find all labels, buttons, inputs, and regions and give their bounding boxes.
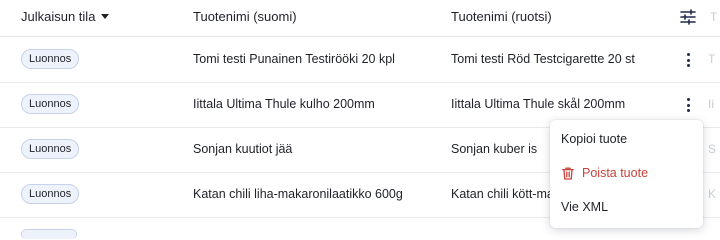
column-header-name-sv[interactable]: Tuotenimi (ruotsi)	[451, 0, 552, 36]
cell-name-fi: Tomi testi Punainen Testirööki 20 kpl	[193, 52, 395, 66]
column-header-name-fi[interactable]: Tuotenimi (suomi)	[193, 0, 297, 36]
sliders-icon[interactable]	[680, 9, 696, 25]
status-badge-partial	[21, 229, 77, 239]
table-row[interactable]: Luonnos Tomi testi Punainen Testirööki 2…	[0, 37, 720, 83]
status-badge: Luonnos	[21, 184, 80, 204]
more-vertical-icon[interactable]	[680, 50, 698, 70]
cell-name-fi: Sonjan kuutiot jää	[193, 142, 293, 156]
menu-item-copy[interactable]: Kopioi tuote	[550, 122, 703, 156]
cell-next: S	[708, 142, 717, 156]
cell-name-fi: Katan chili liha-makaronilaatikko 600g	[193, 187, 403, 201]
table-header: Julkaisun tila Tuotenimi (suomi) Tuoteni…	[0, 0, 720, 37]
cell-name-sv: Tomi testi Röd Testcigarette 20 st	[451, 52, 635, 66]
trash-icon	[562, 167, 574, 180]
column-header-status[interactable]: Julkaisun tila	[21, 0, 110, 36]
status-badge: Luonnos	[21, 139, 80, 159]
cell-name-fi: Iittala Ultima Thule kulho 200mm	[193, 97, 375, 111]
caret-down-icon	[101, 14, 110, 20]
column-header-status-label: Julkaisun tila	[21, 9, 96, 24]
row-action-menu: Kopioi tuote Poista tuote Vie XML	[550, 120, 703, 228]
more-vertical-icon[interactable]	[680, 95, 698, 115]
status-badge: Luonnos	[21, 94, 80, 114]
cell-next: T	[708, 52, 716, 66]
cell-next: K	[708, 187, 717, 201]
status-badge: Luonnos	[21, 49, 80, 69]
cell-next: Ii	[708, 97, 714, 111]
menu-item-delete[interactable]: Poista tuote	[550, 156, 703, 190]
column-header-next: T	[710, 10, 718, 24]
menu-item-export-xml[interactable]: Vie XML	[550, 190, 703, 224]
